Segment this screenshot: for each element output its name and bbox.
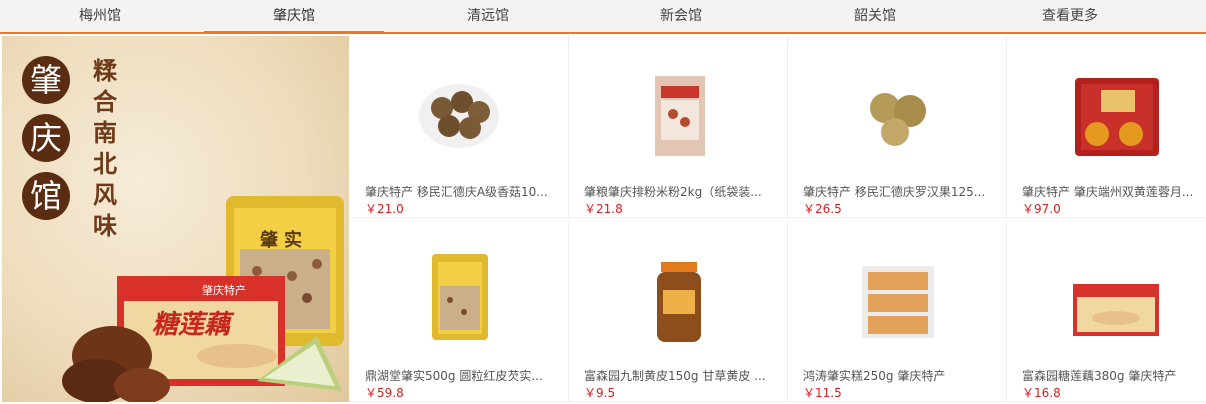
product-name[interactable]: 鼎湖堂肇实500g 圆粒红皮芡实... [365, 367, 550, 384]
luohan-fruit-icon [870, 93, 926, 146]
region-tab-bar: 梅州馆 肇庆馆 清远馆 新会馆 韶关馆 查看更多 [0, 0, 1206, 34]
product-card[interactable]: 肇庆特产 移民汇德庆罗汉果125... ￥26.5 [788, 36, 1007, 218]
product-name[interactable]: 肇庆特产 肇庆端州双黄莲蓉月... [1022, 183, 1206, 200]
zhaoqing-banner[interactable]: 肇 庆 馆 糅合南北风味 肇实 肇庆特产 糖莲藕 [2, 36, 349, 402]
lotus-root-box-icon [1073, 284, 1159, 336]
product-price: ￥16.8 [1022, 386, 1061, 400]
product-name[interactable]: 肇粮肇庆排粉米粉2kg（纸袋装... [584, 183, 769, 200]
euryale-seed-bag-icon [432, 254, 488, 340]
tab-view-more[interactable]: 查看更多 [985, 0, 1155, 32]
euryale-cake-pack-icon [862, 266, 934, 338]
rice-bag-label: 肇实 [260, 230, 308, 251]
product-price: ￥9.5 [584, 386, 616, 400]
product-name[interactable]: 富森园糖莲藕380g 肇庆特产 [1022, 367, 1206, 384]
product-price: ￥59.8 [365, 386, 404, 400]
product-card[interactable]: 肇粮肇庆排粉米粉2kg（纸袋装... ￥21.8 [569, 36, 788, 218]
product-name[interactable]: 鸿涛肇实糕250g 肇庆特产 [803, 367, 988, 384]
product-grid: 肇庆特产 移民汇德庆A级香菇10... ￥21.0 肇粮肇庆排粉米粉2kg（纸袋… [350, 36, 1206, 402]
product-card[interactable]: 肇庆特产 移民汇德庆A级香菇10... ￥21.0 [350, 36, 569, 218]
tab-shaoguan[interactable]: 韶关馆 [790, 0, 960, 32]
product-name[interactable]: 肇庆特产 移民汇德庆罗汉果125... [803, 183, 988, 200]
product-name[interactable]: 肇庆特产 移民汇德庆A级香菇10... [365, 183, 550, 200]
product-price: ￥21.8 [584, 202, 623, 216]
product-price: ￥11.5 [803, 386, 842, 400]
product-card[interactable]: 鸿涛肇实糕250g 肇庆特产 ￥11.5 [788, 220, 1007, 402]
product-price: ￥97.0 [1022, 202, 1061, 216]
rice-noodle-bag-icon [655, 76, 705, 156]
product-card[interactable]: 富森园糖莲藕380g 肇庆特产 ￥16.8 [1007, 220, 1206, 402]
tab-qingyuan[interactable]: 清远馆 [403, 0, 573, 32]
lotus-box-brand: 肇庆特产 [202, 284, 246, 297]
tab-zhaoqing[interactable]: 肇庆馆 [204, 0, 384, 34]
mooncake-box-icon [1075, 78, 1159, 156]
tab-meizhou[interactable]: 梅州馆 [15, 0, 185, 32]
product-price: ￥26.5 [803, 202, 842, 216]
dried-mushroom-icon [419, 84, 499, 148]
product-card[interactable]: 鼎湖堂肇实500g 圆粒红皮芡实... ￥59.8 [350, 220, 569, 402]
banner-product-illustration [62, 196, 344, 402]
product-card[interactable]: 肇庆特产 肇庆端州双黄莲蓉月... ￥97.0 [1007, 36, 1206, 218]
lotus-box-label: 糖莲藕 [152, 310, 231, 340]
product-card[interactable]: 富森园九制黄皮150g 甘草黄皮 ... ￥9.5 [569, 220, 788, 402]
wampee-jar-icon [657, 262, 701, 342]
tab-xinhui[interactable]: 新会馆 [596, 0, 766, 32]
product-price: ￥21.0 [365, 202, 404, 216]
product-name[interactable]: 富森园九制黄皮150g 甘草黄皮 ... [584, 367, 769, 384]
